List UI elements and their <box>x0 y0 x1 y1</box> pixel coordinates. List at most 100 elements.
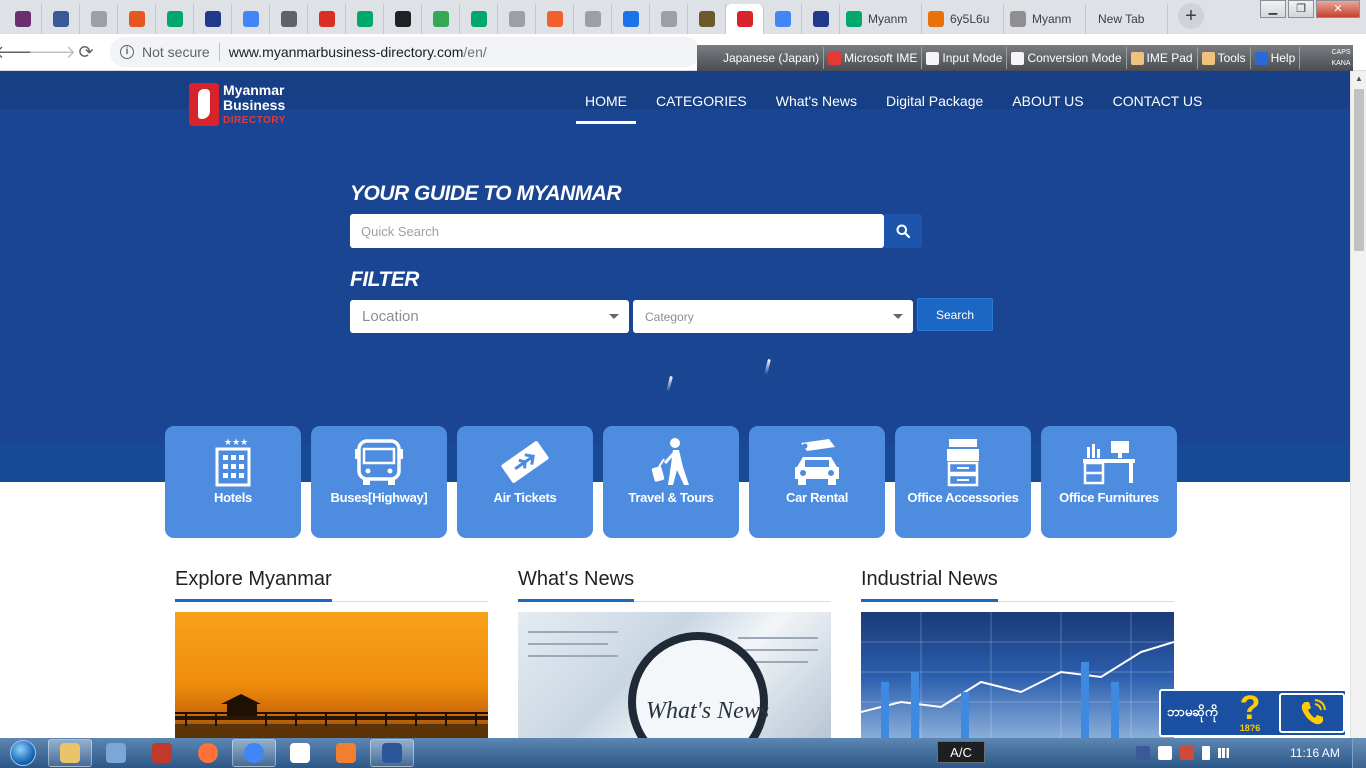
ime-item[interactable]: Japanese (Japan) <box>703 47 825 69</box>
browser-tab[interactable] <box>384 4 422 34</box>
svg-text:What's News: What's News <box>646 698 769 724</box>
reload-button[interactable]: ⟳ <box>70 36 102 68</box>
taskbar-rss-button[interactable] <box>94 739 138 767</box>
site-logo[interactable]: Myanmar Business DIRECTORY <box>189 83 286 128</box>
nav-what-s-news[interactable]: What's News <box>767 90 866 124</box>
nav-categories[interactable]: CATEGORIES <box>647 90 756 124</box>
nav-digital-package[interactable]: Digital Package <box>877 90 992 124</box>
location-select[interactable]: Location <box>350 300 629 333</box>
browser-tab[interactable] <box>612 4 650 34</box>
category-label: Office Furnitures <box>1059 490 1159 505</box>
ime-item-label: Help <box>1270 51 1296 65</box>
network-signal-icon[interactable] <box>1218 748 1232 758</box>
url-text[interactable]: www.myanmarbusiness-directory.com/en/ <box>229 44 487 60</box>
scroll-up-arrow-icon[interactable]: ▲ <box>1351 71 1366 87</box>
browser-tab[interactable]: 6y5L6u <box>922 4 1004 34</box>
quick-search-input[interactable] <box>350 214 884 248</box>
taskbar-folder-button[interactable] <box>48 739 92 767</box>
quick-search-button[interactable] <box>884 214 922 248</box>
browser-tab[interactable] <box>232 4 270 34</box>
document-icon <box>660 11 677 27</box>
browser-tab[interactable]: Myanm <box>840 4 922 34</box>
category-select[interactable]: Category <box>633 300 913 333</box>
ime-item[interactable]: Microsoft IME <box>824 47 923 69</box>
browser-tab[interactable] <box>802 4 840 34</box>
bagan-sunset-image[interactable] <box>175 612 488 738</box>
new-tab-button[interactable]: + <box>1178 3 1204 29</box>
browser-tab[interactable] <box>270 4 308 34</box>
hotline-number: 18?6 <box>1239 723 1261 733</box>
newspaper-magnifier-image[interactable]: What's News <box>518 612 831 738</box>
page-scrollbar[interactable]: ▲ <box>1350 71 1366 738</box>
minimize-button[interactable]: ▁ <box>1260 0 1286 18</box>
ime-item[interactable]: Conversion Mode <box>1007 47 1127 69</box>
browser-tab[interactable] <box>42 4 80 34</box>
taskbar-network-button[interactable] <box>140 739 184 767</box>
financial-chart-image[interactable] <box>861 612 1174 738</box>
dropbox-icon[interactable] <box>1158 746 1172 760</box>
browser-tab[interactable] <box>118 4 156 34</box>
forward-button[interactable]: 🡒 <box>28 36 76 68</box>
printer-icon <box>935 436 991 488</box>
browser-tab[interactable] <box>536 4 574 34</box>
info-icon[interactable]: i <box>120 45 134 59</box>
ime-item[interactable]: IME Pad <box>1127 47 1198 69</box>
browser-tab[interactable] <box>422 4 460 34</box>
category-label: Air Tickets <box>493 490 557 505</box>
phone-icon[interactable] <box>1279 693 1345 733</box>
taskbar-firefox-button[interactable] <box>186 739 230 767</box>
facebook-tray-icon[interactable] <box>1136 746 1150 760</box>
taskbar-app-button[interactable] <box>324 739 368 767</box>
taskbar-chrome-button[interactable] <box>232 739 276 767</box>
browser-tab[interactable] <box>688 4 726 34</box>
browser-tab[interactable] <box>726 4 764 34</box>
system-clock[interactable]: 11:16 AM <box>1290 746 1340 760</box>
browser-tab[interactable] <box>650 4 688 34</box>
taskbar-word-button[interactable] <box>370 739 414 767</box>
close-window-button[interactable]: ✕ <box>1316 0 1360 18</box>
category-card-travel-tours[interactable]: Travel & Tours <box>603 426 739 538</box>
category-card-buses-highway[interactable]: Buses[Highway] <box>311 426 447 538</box>
filter-search-button[interactable]: Search <box>917 298 993 331</box>
section-title: Industrial News <box>861 568 998 602</box>
rss-icon <box>106 743 126 763</box>
taskbar-notes-button[interactable] <box>278 739 322 767</box>
nav-contact-us[interactable]: CONTACT US <box>1104 90 1212 124</box>
volume-muted-icon[interactable] <box>1180 746 1194 760</box>
browser-tab[interactable] <box>764 4 802 34</box>
ime-item[interactable]: Tools <box>1198 47 1251 69</box>
nav-about-us[interactable]: ABOUT US <box>1003 90 1092 124</box>
show-desktop-button[interactable] <box>1352 738 1366 768</box>
scroll-thumb[interactable] <box>1354 89 1364 251</box>
browser-tab[interactable] <box>80 4 118 34</box>
start-button[interactable] <box>0 738 46 768</box>
browser-tab[interactable] <box>4 4 42 34</box>
browser-tab[interactable] <box>346 4 384 34</box>
browser-tab[interactable] <box>498 4 536 34</box>
ime-item[interactable]: Input Mode <box>922 47 1008 69</box>
browser-tab[interactable] <box>574 4 612 34</box>
browser-tab[interactable] <box>194 4 232 34</box>
address-bar[interactable]: i Not secure www.myanmarbusiness-directo… <box>110 37 700 67</box>
play-icon <box>846 11 862 27</box>
browser-tab[interactable] <box>308 4 346 34</box>
support-hotline-widget[interactable]: ဘာမဆိုကို ? 18?6 <box>1159 689 1347 737</box>
browser-tab[interactable]: New Tab <box>1086 4 1168 34</box>
help-icon <box>1254 51 1268 65</box>
bridge-silhouette-icon <box>175 694 488 738</box>
category-card-office-accessories[interactable]: Office Accessories <box>895 426 1031 538</box>
ime-item-label: Input Mode <box>942 51 1003 65</box>
browser-tab[interactable] <box>156 4 194 34</box>
nav-home[interactable]: HOME <box>576 90 636 124</box>
globe-icon <box>698 11 715 27</box>
category-card-office-furnitures[interactable]: Office Furnitures <box>1041 426 1177 538</box>
browser-tab[interactable]: Myanm <box>1004 4 1086 34</box>
restore-button[interactable]: ❐ <box>1288 0 1314 18</box>
category-card-air-tickets[interactable]: Air Tickets <box>457 426 593 538</box>
category-card-hotels[interactable]: ★★★ Hotels <box>165 426 301 538</box>
ac-indicator[interactable]: A/C <box>937 741 985 763</box>
category-card-car-rental[interactable]: Car Rental <box>749 426 885 538</box>
battery-icon[interactable] <box>1202 746 1210 760</box>
ime-item[interactable]: Help <box>1251 47 1301 69</box>
browser-tab[interactable] <box>460 4 498 34</box>
